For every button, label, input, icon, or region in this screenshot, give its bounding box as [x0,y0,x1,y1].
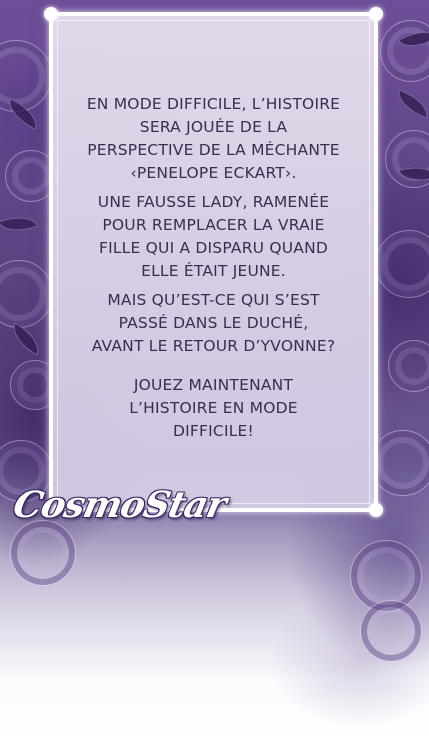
rose-decoration [0,260,53,328]
background-illustration: EN MODE DIFFICILE, L’HISTOIRE SERA JOUÉE… [0,0,429,738]
panel-corner-ornament [369,7,383,21]
leaf-decoration [393,89,429,119]
panel-corner-ornament [44,7,58,21]
rose-decoration [370,430,429,496]
rose-decoration [10,520,76,586]
rose-decoration [0,40,52,112]
rose-decoration [380,20,429,82]
paragraph-hard-mode: EN MODE DIFFICILE, L’HISTOIRE SERA JOUÉE… [86,95,341,182]
rose-decoration [375,230,429,298]
paragraph-fake-lady: UNE FAUSSE LADY, RAMENÉE POUR REMPLACER … [97,193,330,280]
rose-decoration [388,340,429,392]
panel-corner-ornament [369,503,383,517]
rose-decoration [360,600,422,662]
paragraph-call-to-action: JOUEZ MAINTENANT L’HISTOIRE EN MODE DIFF… [129,376,298,440]
paragraph-question: MAIS QU’EST-CE QUI S’EST PASSÉ DANS LE D… [91,291,336,355]
watermark-logo: CosmoStar [9,484,230,526]
leaf-decoration [0,209,38,239]
